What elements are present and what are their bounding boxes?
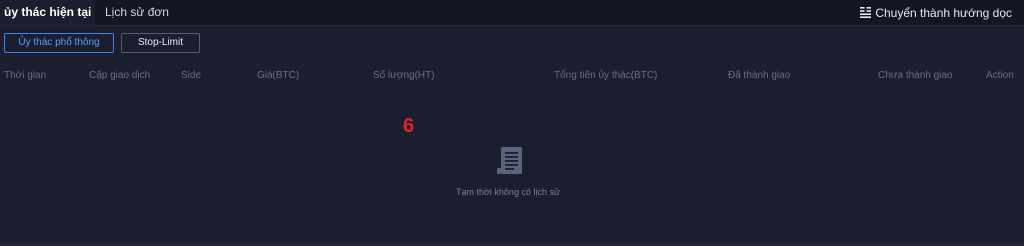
header-amount: Số lượng(HT)	[373, 70, 435, 81]
header-side: Side	[181, 70, 202, 81]
header-action: Action	[986, 70, 1014, 81]
layout-toggle-label: Chuyển thành hướng dọc	[875, 5, 1012, 20]
header-filled: Đã thành giao	[728, 70, 791, 81]
header-time: Thời gian	[4, 70, 47, 81]
tab-current-orders[interactable]: ủy thác hiện tại	[0, 0, 95, 25]
header-price: Giá(BTC)	[257, 70, 300, 81]
annotation-number: 6	[403, 115, 415, 137]
layout-columns-icon	[860, 7, 872, 18]
layout-toggle-button[interactable]: Chuyển thành hướng dọc	[860, 0, 1012, 25]
stop-limit-button[interactable]: Stop-Limit	[121, 33, 200, 53]
empty-state-message: Tạm thời không có lịch sử	[456, 187, 560, 197]
header-unfilled: Chưa thành giao	[878, 70, 953, 81]
header-pair: Cặp giao dịch	[89, 70, 151, 81]
header-total: Tổng tiền ủy thác(BTC)	[554, 70, 658, 81]
document-icon	[497, 147, 522, 174]
tab-bar: ủy thác hiện tại Lịch sử đơn Chuyển thàn…	[0, 0, 1024, 26]
tab-order-history[interactable]: Lịch sử đơn	[105, 0, 169, 25]
normal-order-button[interactable]: Ủy thác phổ thông	[4, 33, 114, 53]
